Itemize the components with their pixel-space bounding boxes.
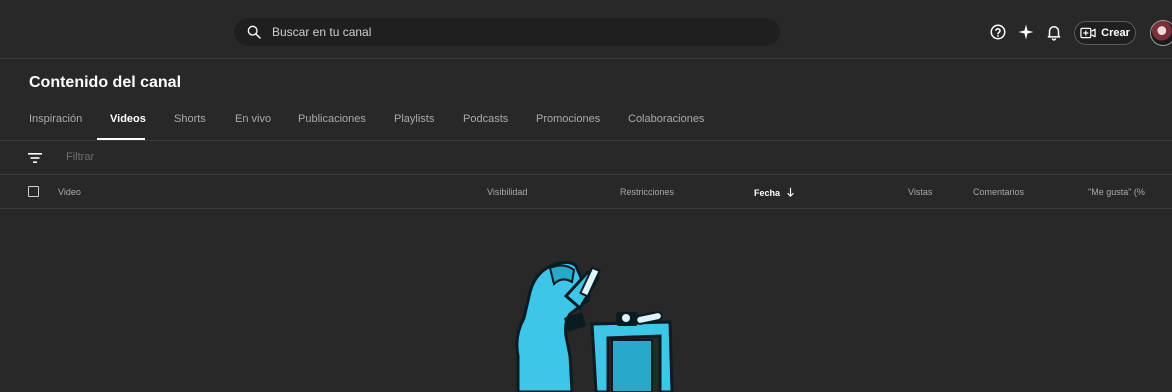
divider — [0, 208, 1172, 209]
column-header-me-gusta[interactable]: "Me gusta" (% — [1088, 187, 1145, 197]
tab-shorts[interactable]: Shorts — [174, 113, 206, 125]
search-icon — [247, 25, 261, 39]
sparkle-icon — [1018, 24, 1034, 40]
bell-icon — [1047, 26, 1061, 41]
filter-icon[interactable] — [28, 152, 42, 164]
tab-playlists[interactable]: Playlists — [394, 113, 434, 125]
top-bar: Crear — [0, 0, 1172, 59]
tab-inspiracion[interactable]: Inspiración — [29, 113, 82, 125]
video-plus-icon — [1080, 27, 1096, 39]
column-header-fecha[interactable]: Fecha — [754, 187, 795, 198]
help-icon — [990, 24, 1006, 40]
tab-en-vivo[interactable]: En vivo — [235, 113, 271, 125]
tab-colaboraciones[interactable]: Colaboraciones — [628, 113, 704, 125]
create-button[interactable]: Crear — [1074, 21, 1136, 45]
column-header-comentarios[interactable]: Comentarios — [973, 187, 1024, 197]
notifications-button[interactable] — [1044, 22, 1064, 42]
tab-videos[interactable]: Videos — [110, 113, 146, 125]
column-header-video[interactable]: Video — [58, 187, 81, 197]
empty-state-illustration — [515, 260, 674, 392]
search-input[interactable] — [270, 24, 754, 40]
column-header-label: Fecha — [754, 188, 781, 198]
select-all-checkbox[interactable] — [28, 186, 39, 197]
arrow-down-icon — [786, 187, 794, 197]
page-title: Contenido del canal — [29, 74, 182, 91]
filter-input[interactable] — [64, 150, 368, 164]
sparkle-button[interactable] — [1016, 22, 1036, 42]
divider — [0, 174, 1172, 175]
column-header-restricciones[interactable]: Restricciones — [620, 187, 674, 197]
column-header-visibilidad[interactable]: Visibilidad — [487, 187, 527, 197]
divider — [0, 140, 1172, 141]
tab-podcasts[interactable]: Podcasts — [463, 113, 508, 125]
help-button[interactable] — [988, 22, 1008, 42]
avatar[interactable] — [1150, 20, 1172, 46]
tab-publicaciones[interactable]: Publicaciones — [298, 113, 366, 125]
tab-promociones[interactable]: Promociones — [536, 113, 600, 125]
create-label: Crear — [1101, 27, 1130, 39]
column-header-vistas[interactable]: Vistas — [908, 187, 932, 197]
search-bar[interactable] — [234, 18, 780, 46]
